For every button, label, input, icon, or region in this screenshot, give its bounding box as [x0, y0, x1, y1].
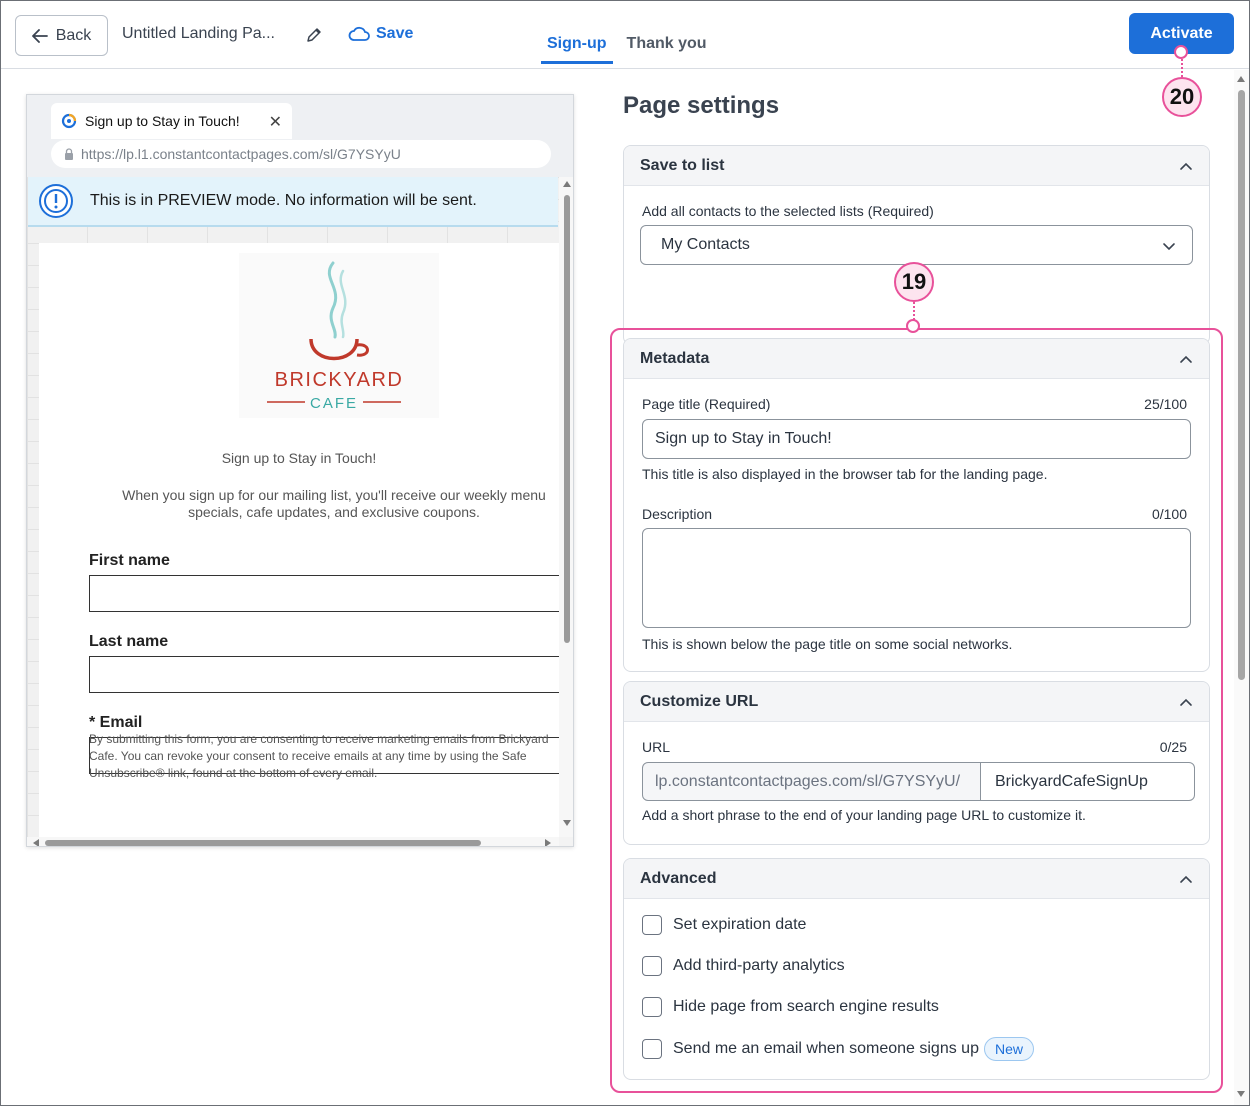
preview-vertical-scrollbar[interactable] [559, 177, 573, 837]
arrow-left-icon [31, 28, 48, 43]
save-to-list-title: Save to list [640, 156, 725, 174]
callout-dot [906, 319, 920, 333]
page-scrollbar[interactable] [1234, 70, 1249, 1105]
address-url: https://lp.l1.constantcontactpages.com/s… [81, 146, 401, 162]
scroll-down-icon[interactable] [563, 820, 571, 826]
scroll-down-icon[interactable] [1237, 1091, 1245, 1097]
browser-tab: Sign up to Stay in Touch! ✕ [51, 103, 292, 139]
scroll-right-icon[interactable] [545, 839, 551, 846]
callout-20: 20 [1162, 77, 1202, 117]
list-select-value: My Contacts [661, 236, 750, 253]
browser-tab-title: Sign up to Stay in Touch! [85, 113, 240, 129]
scroll-left-icon[interactable] [33, 839, 39, 846]
save-to-list-header[interactable]: Save to list [624, 146, 1209, 186]
back-label: Back [55, 26, 92, 44]
tab-thank-you[interactable]: Thank you [621, 27, 713, 64]
highlight-box [610, 328, 1223, 1093]
first-name-label: First name [89, 552, 170, 569]
legal-text: By submitting this form, you are consent… [89, 732, 549, 780]
page-tabs: Sign-up Thank you [541, 27, 713, 64]
callout-19: 19 [894, 262, 934, 302]
page-name: Untitled Landing Pa... [122, 25, 275, 42]
save-to-list-label: Add all contacts to the selected lists (… [642, 203, 934, 219]
scroll-up-icon[interactable] [563, 181, 571, 187]
preview-banner: This is in PREVIEW mode. No information … [28, 177, 558, 227]
save-to-list-card: Save to list Add all contacts to the sel… [623, 145, 1210, 345]
info-icon [39, 184, 73, 218]
save-to-list-label-text: Add all contacts to the selected lists [642, 203, 864, 219]
address-bar: https://lp.l1.constantcontactpages.com/s… [51, 140, 551, 168]
chevron-up-icon [1180, 162, 1192, 170]
preview-horizontal-scrollbar[interactable] [27, 837, 559, 846]
brickyard-cafe-logo: BRICKYARD CAFE [239, 253, 439, 418]
scroll-thumb[interactable] [45, 840, 481, 846]
first-name-field[interactable] [89, 575, 559, 612]
preview-banner-text: This is in PREVIEW mode. No information … [90, 192, 477, 209]
callout-connector [913, 302, 915, 320]
browser-chrome: Sign up to Stay in Touch! ✕ https://lp.l… [27, 95, 573, 177]
back-button[interactable]: Back [15, 15, 108, 56]
scroll-up-icon[interactable] [1237, 76, 1245, 82]
favicon-icon [61, 113, 77, 129]
required-text: (Required) [867, 203, 934, 219]
form-title: Sign up to Stay in Touch! [221, 450, 377, 466]
logo-line1: BRICKYARD [275, 369, 404, 391]
callout-connector [1181, 59, 1183, 77]
save-label: Save [376, 25, 414, 42]
tab-sign-up[interactable]: Sign-up [541, 27, 613, 64]
lock-icon [65, 148, 73, 160]
scroll-thumb[interactable] [564, 195, 570, 643]
callout-dot [1174, 45, 1188, 59]
close-icon: ✕ [268, 114, 282, 131]
list-select[interactable]: My Contacts [640, 225, 1193, 265]
cloud-icon [348, 26, 370, 41]
scroll-thumb[interactable] [1238, 90, 1245, 680]
top-bar: Back Untitled Landing Pa... Save Sign-up… [1, 1, 1249, 69]
page-settings-title: Page settings [623, 92, 780, 119]
last-name-label: Last name [89, 633, 169, 650]
preview-viewport: This is in PREVIEW mode. No information … [27, 177, 573, 846]
save-button[interactable]: Save [348, 25, 413, 43]
form-description: When you sign up for our mailing list, y… [122, 487, 546, 520]
chevron-down-icon [1163, 243, 1175, 251]
last-name-field[interactable] [89, 656, 559, 693]
email-label: * Email [89, 714, 143, 731]
preview-panel: Sign up to Stay in Touch! ✕ https://lp.l… [26, 94, 574, 847]
logo-line2: CAFE [310, 395, 358, 412]
pencil-icon[interactable] [305, 26, 323, 44]
